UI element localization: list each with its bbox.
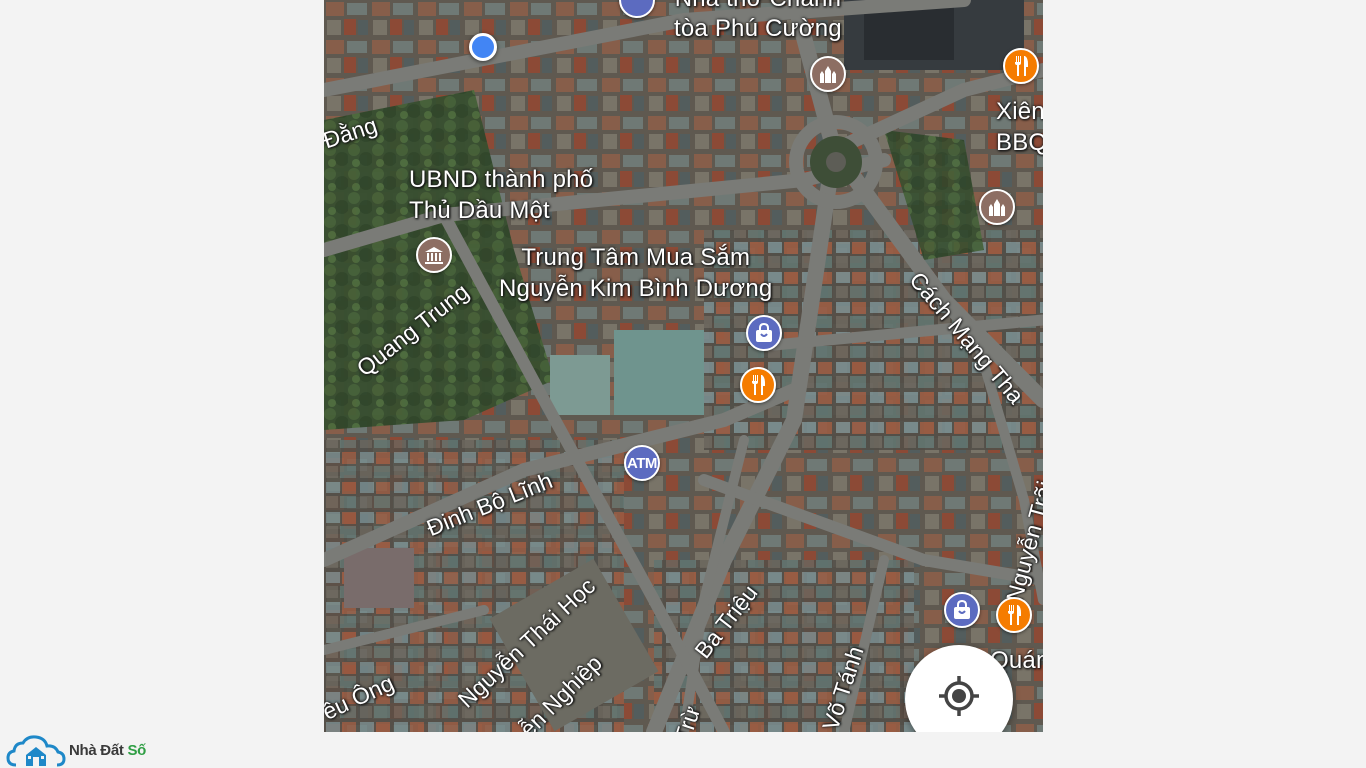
church-poi-icon[interactable] — [810, 56, 846, 92]
map-view[interactable]: Nhà thờ Chánh tòa Phú Cường UBND thành p… — [324, 0, 1043, 732]
restaurant-poi-icon[interactable] — [1003, 48, 1039, 84]
cloud-house-icon — [6, 735, 66, 767]
atm-poi-icon[interactable]: ATM — [624, 445, 660, 481]
place-label-line: tòa Phú Cường — [674, 15, 842, 42]
atm-label: ATM — [627, 454, 657, 472]
place-label-line: Nhà thờ Chánh — [674, 0, 842, 14]
shopping-poi-icon[interactable] — [746, 315, 782, 351]
my-location-icon — [939, 676, 979, 716]
brand-name-accent: Số — [127, 742, 147, 759]
brand-watermark: Nhà Đất Số — [6, 733, 146, 768]
current-location-marker — [469, 33, 497, 61]
place-label-line: BBQ — [996, 129, 1043, 156]
restaurant-poi-icon[interactable] — [740, 367, 776, 403]
church-poi-icon[interactable] — [979, 189, 1015, 225]
place-label-bbq: Xiên BBQ — [996, 96, 1043, 158]
place-label-line: UBND thành phố — [409, 166, 594, 193]
place-label-line: Xiên — [996, 98, 1043, 125]
brand-name: Nhà Đất Số — [69, 742, 146, 759]
place-label-line: Trung Tâm Mua Sắm — [521, 244, 751, 271]
place-label-church: Nhà thờ Chánh tòa Phú Cường — [674, 0, 842, 44]
government-poi-icon[interactable] — [416, 237, 452, 273]
place-label-line: Nguyễn Kim Bình Dương — [499, 275, 773, 302]
map-imagery — [324, 0, 1043, 732]
restaurant-poi-icon[interactable] — [996, 597, 1032, 633]
place-label-mall: Trung Tâm Mua Sắm Nguyễn Kim Bình Dương — [499, 242, 772, 304]
brand-name-main: Nhà Đất — [69, 742, 128, 759]
place-label-line: Thủ Dầu Một — [409, 197, 550, 224]
shopping-poi-icon[interactable] — [944, 592, 980, 628]
place-label-ubnd: UBND thành phố Thủ Dầu Một — [409, 164, 593, 226]
